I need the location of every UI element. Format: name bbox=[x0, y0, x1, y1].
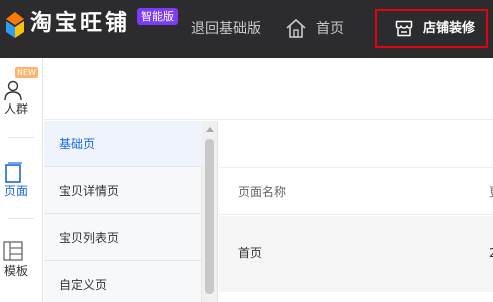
top-navigation-bar: 淘宝旺铺 智能版 退回基础版 首页 店铺装修 bbox=[0, 0, 493, 58]
store-decoration-label: 店铺装修 bbox=[423, 21, 476, 36]
table-header: 页面名称 更 bbox=[219, 167, 493, 215]
left-sidebar: NEW 人群 页面 模板 bbox=[0, 58, 43, 302]
content-header-band bbox=[44, 58, 493, 120]
home-icon[interactable] bbox=[285, 17, 307, 39]
sidebar-item-label: 人群 bbox=[3, 102, 28, 116]
page-type-label: 自定义页 bbox=[59, 278, 108, 292]
updated-cell: 2 bbox=[489, 246, 493, 260]
template-icon bbox=[3, 241, 23, 261]
scrollbar-thumb[interactable] bbox=[205, 139, 214, 294]
page-type-list: 基础页 宝贝详情页 宝贝列表页 自定义页 bbox=[44, 121, 202, 302]
page-type-label: 宝贝详情页 bbox=[59, 184, 120, 198]
sidebar-item-label: 模板 bbox=[3, 264, 28, 278]
page-type-item-list[interactable]: 宝贝列表页 bbox=[44, 215, 202, 261]
page-table: 页面名称 更 首页 2 bbox=[219, 121, 493, 302]
column-header-updated: 更 bbox=[489, 183, 493, 201]
page-icon bbox=[5, 162, 22, 183]
sidebar-item-audience[interactable]: NEW 人群 bbox=[0, 58, 43, 128]
sidebar-item-pages[interactable]: 页面 bbox=[0, 142, 43, 212]
sidebar-item-templates[interactable]: 模板 bbox=[0, 222, 43, 292]
new-badge: NEW bbox=[15, 67, 38, 78]
page-type-item-detail[interactable]: 宝贝详情页 bbox=[44, 168, 202, 214]
edition-badge: 智能版 bbox=[137, 8, 178, 25]
sidebar-item-label: 页面 bbox=[3, 184, 28, 198]
brand-title: 淘宝旺铺 bbox=[30, 11, 131, 36]
page-name-cell: 首页 bbox=[238, 246, 263, 260]
page-type-label: 宝贝列表页 bbox=[59, 231, 120, 245]
sidebar-divider bbox=[8, 218, 34, 219]
home-link[interactable]: 首页 bbox=[316, 19, 344, 39]
page-list-scrollbar[interactable] bbox=[202, 121, 218, 302]
taobao-logo-icon bbox=[6, 12, 24, 38]
page-type-custom[interactable]: 自定义页 bbox=[44, 262, 202, 302]
page-type-basic[interactable]: 基础页 bbox=[44, 121, 202, 167]
sidebar-divider bbox=[8, 137, 34, 138]
table-row[interactable]: 首页 2 bbox=[219, 216, 493, 292]
page-type-label: 基础页 bbox=[59, 137, 96, 151]
person-icon bbox=[4, 80, 22, 101]
store-decoration-button[interactable]: 店铺装修 bbox=[375, 9, 488, 48]
back-to-basic-link[interactable]: 退回基础版 bbox=[191, 19, 261, 39]
store-icon bbox=[395, 20, 413, 37]
column-header-page-name: 页面名称 bbox=[238, 185, 287, 199]
scroll-up-arrow-icon[interactable] bbox=[206, 127, 214, 132]
